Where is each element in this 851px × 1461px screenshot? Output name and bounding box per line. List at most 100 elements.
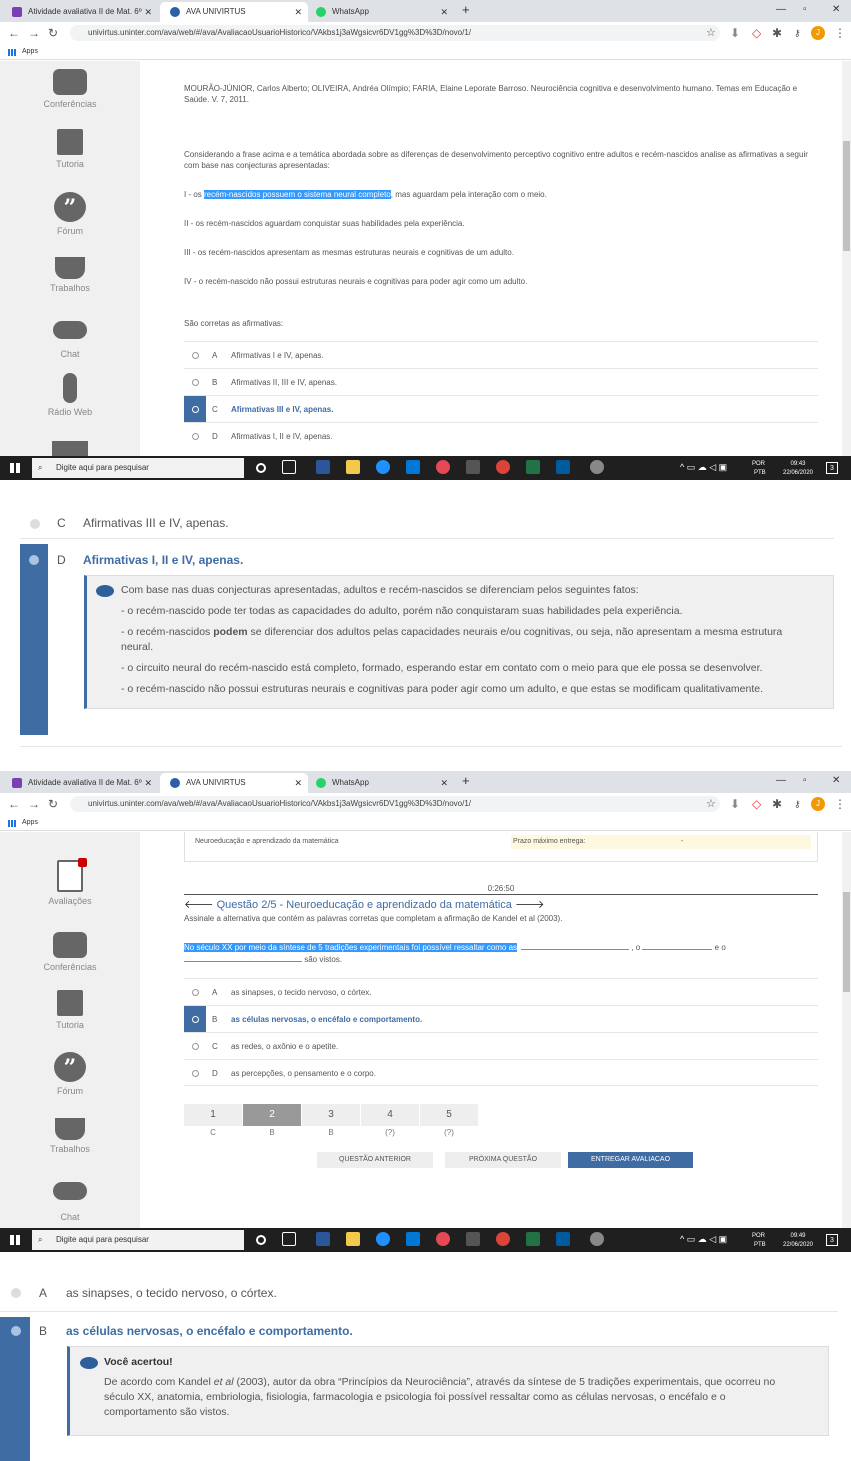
close-icon[interactable]: ✕ xyxy=(440,773,448,793)
clock-date[interactable]: 22/06/2020 xyxy=(778,1241,818,1249)
prev-arrow-icon[interactable]: 🡐 xyxy=(184,899,217,911)
extension-icon[interactable]: ◇ xyxy=(752,795,761,813)
word-icon[interactable] xyxy=(316,460,330,474)
window-close-icon[interactable]: ✕ xyxy=(832,0,840,20)
key-icon[interactable]: ⚷ xyxy=(794,24,801,42)
notification-icon[interactable]: 3 xyxy=(826,1234,838,1246)
tab-whatsapp[interactable]: WhatsApp ✕ xyxy=(306,2,454,22)
option-d[interactable]: Das percepções, o pensamento e o corpo. xyxy=(184,1059,818,1086)
sidebar-item-tutoria[interactable]: Tutoria xyxy=(30,129,110,169)
star-icon[interactable]: ☆ xyxy=(706,24,716,42)
minimize-icon[interactable]: — xyxy=(776,0,786,20)
windows-start-icon[interactable] xyxy=(10,463,20,473)
window-close-icon[interactable]: ✕ xyxy=(832,771,840,791)
cortana-icon[interactable] xyxy=(256,1235,266,1245)
tab-ava[interactable]: AVA UNIVIRTUS ✕ xyxy=(160,2,308,22)
tab-ava[interactable]: AVA UNIVIRTUS ✕ xyxy=(160,773,308,793)
sidebar-item-chat[interactable]: Chat xyxy=(30,1182,110,1222)
edge-icon[interactable] xyxy=(376,460,390,474)
extension-icon[interactable]: ◇ xyxy=(752,24,761,42)
option-c[interactable]: C Afirmativas III e IV, apenas. xyxy=(184,395,818,423)
menu-icon[interactable]: ⋮ xyxy=(834,795,846,813)
sidebar-item-tutoria[interactable]: Tutoria xyxy=(30,990,110,1030)
store-icon[interactable] xyxy=(406,1232,420,1246)
option-b[interactable]: B Afirmativas II, III e IV, apenas. xyxy=(184,368,818,395)
forward-icon[interactable]: → xyxy=(28,24,40,42)
lang-label-2[interactable]: PTB xyxy=(754,469,766,477)
new-tab-icon[interactable]: + xyxy=(462,0,470,20)
chrome-icon[interactable] xyxy=(496,460,510,474)
radio[interactable] xyxy=(192,1043,199,1050)
profile-avatar[interactable]: J xyxy=(811,26,825,40)
apps-icon[interactable] xyxy=(8,49,16,56)
puzzle-icon[interactable]: ✱ xyxy=(772,795,782,813)
page-button-1[interactable]: 1 xyxy=(184,1104,242,1126)
page-button-2-current[interactable]: 2 xyxy=(243,1104,301,1126)
word-icon[interactable] xyxy=(316,1232,330,1246)
extension-icon[interactable]: ⬇ xyxy=(730,24,740,42)
calculator-icon[interactable] xyxy=(466,1232,480,1246)
excel-icon[interactable] xyxy=(526,460,540,474)
url-field[interactable]: univirtus.uninter.com/ava/web/#/ava/Aval… xyxy=(70,25,720,41)
clock-time[interactable]: 09:49 xyxy=(788,1232,808,1240)
page-button-5[interactable]: 5 xyxy=(420,1104,478,1126)
menu-icon[interactable]: ⋮ xyxy=(834,24,846,42)
reload-icon[interactable]: ↻ xyxy=(48,795,58,813)
url-field[interactable]: univirtus.uninter.com/ava/web/#/ava/Aval… xyxy=(70,796,720,812)
lang-label[interactable]: POR xyxy=(752,1232,765,1240)
mail-icon[interactable] xyxy=(52,441,88,456)
tray-icons[interactable]: ^ ▭ ☁ ◁ ▣ xyxy=(680,462,727,473)
file-explorer-icon[interactable] xyxy=(346,460,360,474)
tab-atividade[interactable]: Atividade avaliativa II de Mat. 6º ✕ xyxy=(2,773,158,793)
excel-icon[interactable] xyxy=(526,1232,540,1246)
sidebar-item-radio-web[interactable]: Rádio Web xyxy=(30,373,110,417)
page-button-4[interactable]: 4 xyxy=(361,1104,419,1126)
photos-icon[interactable] xyxy=(556,460,570,474)
taskbar-search[interactable]: ⌕ Digite aqui para pesquisar xyxy=(32,458,244,478)
radio[interactable] xyxy=(192,406,199,413)
minimize-icon[interactable]: — xyxy=(776,771,786,791)
reload-icon[interactable]: ↻ xyxy=(48,24,58,42)
app-icon[interactable] xyxy=(590,460,604,474)
star-icon[interactable]: ☆ xyxy=(706,795,716,813)
close-icon[interactable]: ✕ xyxy=(144,773,152,793)
new-tab-icon[interactable]: + xyxy=(462,771,470,791)
cortana-icon[interactable] xyxy=(256,463,266,473)
option-d[interactable]: D Afirmativas I, II e IV, apenas. xyxy=(184,422,818,449)
sidebar-item-trabalhos[interactable]: Trabalhos xyxy=(30,1118,110,1154)
taskbar-search[interactable]: ⌕ Digite aqui para pesquisar xyxy=(32,1230,244,1250)
forward-icon[interactable]: → xyxy=(28,795,40,813)
previous-question-button[interactable]: QUESTÃO ANTERIOR xyxy=(317,1152,433,1168)
sidebar-item-trabalhos[interactable]: Trabalhos xyxy=(30,257,110,293)
notification-icon[interactable]: 3 xyxy=(826,462,838,474)
clock-time[interactable]: 09:43 xyxy=(788,460,808,468)
extension-icon[interactable]: ⬇ xyxy=(730,795,740,813)
photos-icon[interactable] xyxy=(556,1232,570,1246)
radio[interactable] xyxy=(192,379,199,386)
lang-label[interactable]: POR xyxy=(752,460,765,468)
sidebar-item-forum[interactable]: ” Fórum xyxy=(30,1052,110,1096)
puzzle-icon[interactable]: ✱ xyxy=(772,24,782,42)
chrome-icon[interactable] xyxy=(496,1232,510,1246)
apps-link[interactable]: Apps xyxy=(22,48,38,55)
close-icon[interactable]: ✕ xyxy=(294,2,302,22)
next-question-button[interactable]: PRÓXIMA QUESTÃO xyxy=(445,1152,561,1168)
paint-icon[interactable] xyxy=(436,460,450,474)
option-c[interactable]: Cas redes, o axônio e o apetite. xyxy=(184,1032,818,1059)
apps-link[interactable]: Apps xyxy=(22,819,38,826)
sidebar-item-forum[interactable]: ” Fórum xyxy=(30,192,110,236)
task-view-icon[interactable] xyxy=(282,1232,296,1246)
radio[interactable] xyxy=(192,1016,199,1023)
sidebar-item-chat[interactable]: Chat xyxy=(30,321,110,359)
apps-icon[interactable] xyxy=(8,820,16,827)
lang-label-2[interactable]: PTB xyxy=(754,1241,766,1249)
paint-icon[interactable] xyxy=(436,1232,450,1246)
tab-atividade[interactable]: Atividade avaliativa II de Mat. 6º ✕ xyxy=(2,2,158,22)
clock-date[interactable]: 22/06/2020 xyxy=(778,469,818,477)
edge-icon[interactable] xyxy=(376,1232,390,1246)
tab-whatsapp[interactable]: WhatsApp ✕ xyxy=(306,773,454,793)
option-a[interactable]: A Afirmativas I e IV, apenas. xyxy=(184,341,818,368)
maximize-icon[interactable]: ▫ xyxy=(803,0,807,20)
sidebar-item-avaliacoes[interactable]: Avaliações xyxy=(30,858,110,906)
back-icon[interactable]: ← xyxy=(8,24,20,42)
